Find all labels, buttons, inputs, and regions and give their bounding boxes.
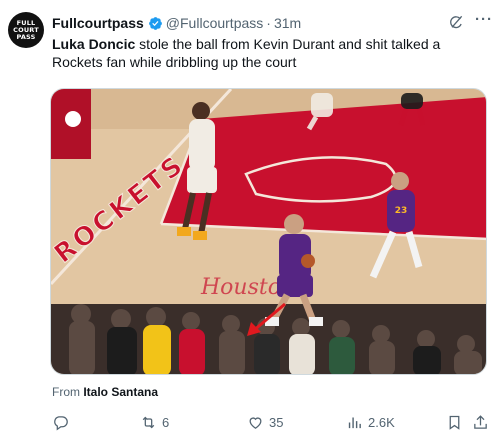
reply-icon — [54, 415, 68, 430]
avatar-text: FULL COURT PASS — [13, 18, 39, 41]
reply-button[interactable] — [52, 412, 74, 432]
repost-button[interactable]: 6 — [140, 412, 169, 432]
bookmark-button[interactable] — [446, 412, 468, 432]
timestamp[interactable]: 31m — [274, 15, 301, 31]
tweet-media[interactable]: ROCKETS Houston 23 — [50, 88, 487, 375]
separator-dot: · — [266, 15, 271, 31]
grok-icon[interactable] — [448, 14, 464, 30]
views-icon — [348, 417, 361, 428]
tweet-header: Fullcourtpass @Fullcourtpass · 31m — [52, 14, 301, 32]
author-handle[interactable]: @Fullcourtpass — [166, 15, 263, 31]
verified-icon — [148, 16, 162, 30]
like-button[interactable]: 35 — [247, 412, 283, 432]
bookmark-icon — [449, 415, 460, 430]
tweet: FULL COURT PASS Fullcourtpass @Fullcourt… — [0, 0, 500, 440]
view-count: 2.6K — [368, 414, 395, 430]
views-button[interactable]: 2.6K — [346, 412, 395, 432]
share-icon — [474, 414, 487, 429]
action-bar: 6 35 2.6K — [0, 412, 500, 432]
repost-count: 6 — [162, 414, 170, 430]
media-credit: From Italo Santana — [52, 385, 158, 399]
like-icon — [249, 416, 262, 429]
tweet-text: Luka Doncic stole the ball from Kevin Du… — [52, 35, 492, 71]
more-icon[interactable]: ··· — [473, 11, 495, 31]
jersey-number: 23 — [395, 206, 408, 216]
tweet-text-mention: Luka Doncic — [52, 36, 136, 52]
media-credit-name[interactable]: Italo Santana — [83, 385, 158, 399]
media-credit-prefix: From — [52, 385, 84, 399]
share-button[interactable] — [472, 412, 494, 432]
like-count: 35 — [269, 414, 284, 430]
display-name[interactable]: Fullcourtpass — [52, 15, 144, 31]
basketball-court-image: ROCKETS Houston 23 — [51, 89, 486, 374]
repost-icon — [142, 416, 155, 428]
avatar[interactable]: FULL COURT PASS — [8, 12, 44, 48]
